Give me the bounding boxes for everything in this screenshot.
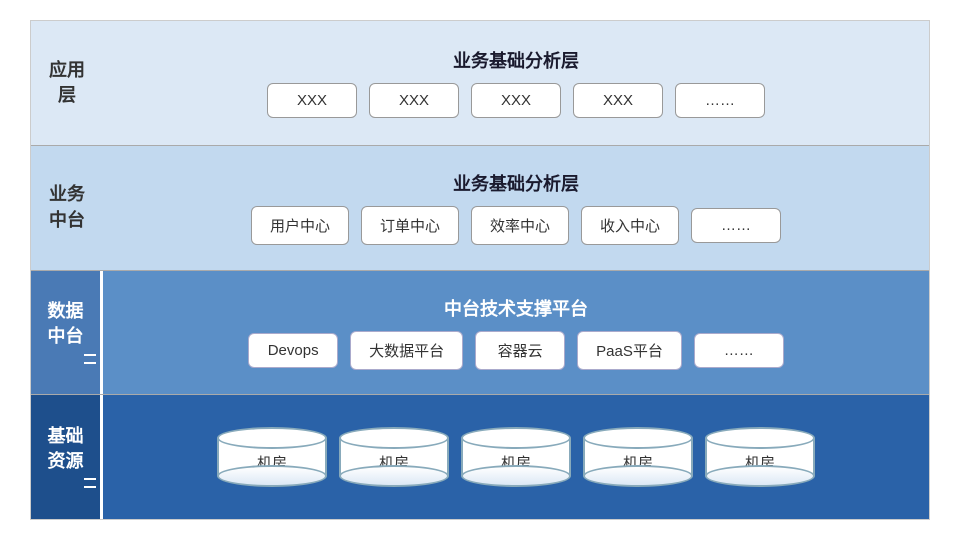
boxes-row-biz: 用户中心订单中心效率中心收入中心 …… (119, 206, 913, 245)
layer-label-data: 数据 中台 (31, 271, 103, 395)
rect-box-2: XXX (471, 83, 561, 118)
rect-box-1: XXX (369, 83, 459, 118)
boxes-row-data: Devops 大数据平台容器云 PaaS平台 …… (119, 331, 913, 370)
layer-content-data: 中台技术支撑平台 Devops 大数据平台容器云 PaaS平台 …… (103, 271, 929, 395)
layer-row-infra: 基础 资源机房机房机房机房机房 (31, 394, 929, 519)
cylinder-0: 机房 (217, 427, 327, 487)
layer-row-data: 数据 中台 中台技术支撑平台 Devops 大数据平台容器云 PaaS平台 …… (31, 270, 929, 395)
rect-box-2: 效率中心 (471, 206, 569, 245)
layer-label-app: 应用 层 (31, 21, 103, 145)
cylinder-2: 机房 (461, 427, 571, 487)
rect-box-2: 容器云 (475, 331, 565, 370)
rect-box-3: 收入中心 (581, 206, 679, 245)
layer-content-biz: 业务基础分析层用户中心订单中心效率中心收入中心 …… (103, 146, 929, 270)
layer-label-text-biz: 业务 中台 (49, 182, 85, 232)
cylinder-bottom (217, 465, 327, 487)
cylinder-4: 机房 (705, 427, 815, 487)
layer-label-biz: 业务 中台 (31, 146, 103, 270)
layer-label-text-infra: 基础 资源 (48, 424, 84, 474)
layer-title-app: 业务基础分析层 (453, 47, 579, 73)
cylinder-top (217, 427, 327, 449)
rect-box-0: Devops (248, 333, 338, 368)
layer-row-biz: 业务 中台 业务基础分析层用户中心订单中心效率中心收入中心 …… (31, 145, 929, 270)
cylinder-top (705, 427, 815, 449)
layer-title-data: 中台技术支撑平台 (444, 295, 588, 321)
rect-box-1: 大数据平台 (350, 331, 463, 370)
rect-box-4: …… (694, 333, 784, 368)
layer-title-biz: 业务基础分析层 (453, 170, 579, 196)
layer-label-text-app: 应用 层 (49, 58, 85, 108)
layer-label-infra: 基础 资源 (31, 395, 103, 519)
boxes-row-infra: 机房机房机房机房机房 (119, 427, 913, 487)
rect-box-1: 订单中心 (361, 206, 459, 245)
cylinder-1: 机房 (339, 427, 449, 487)
cylinder-top (339, 427, 449, 449)
cylinder-bottom (461, 465, 571, 487)
rect-box-3: PaaS平台 (577, 331, 682, 370)
cylinder-top (461, 427, 571, 449)
cylinder-bottom (583, 465, 693, 487)
boxes-row-app: XXX XXX XXX XXX …… (119, 83, 913, 118)
cylinder-3: 机房 (583, 427, 693, 487)
layer-content-infra: 机房机房机房机房机房 (103, 395, 929, 519)
cylinder-bottom (705, 465, 815, 487)
architecture-diagram: 应用 层业务基础分析层XXXXXXXXXXXX……业务 中台业务基础分析层用户中… (30, 20, 930, 520)
cylinder-top (583, 427, 693, 449)
layer-content-app: 业务基础分析层 XXX XXX XXX XXX …… (103, 21, 929, 145)
cylinder-bottom (339, 465, 449, 487)
rect-box-0: XXX (267, 83, 357, 118)
rect-box-3: XXX (573, 83, 663, 118)
layer-label-text-data: 数据 中台 (48, 299, 84, 349)
rect-box-0: 用户中心 (251, 206, 349, 245)
rect-box-4: …… (675, 83, 765, 118)
layer-row-app: 应用 层 业务基础分析层 XXX XXX XXX XXX …… (31, 21, 929, 145)
rect-box-4: …… (691, 208, 781, 243)
